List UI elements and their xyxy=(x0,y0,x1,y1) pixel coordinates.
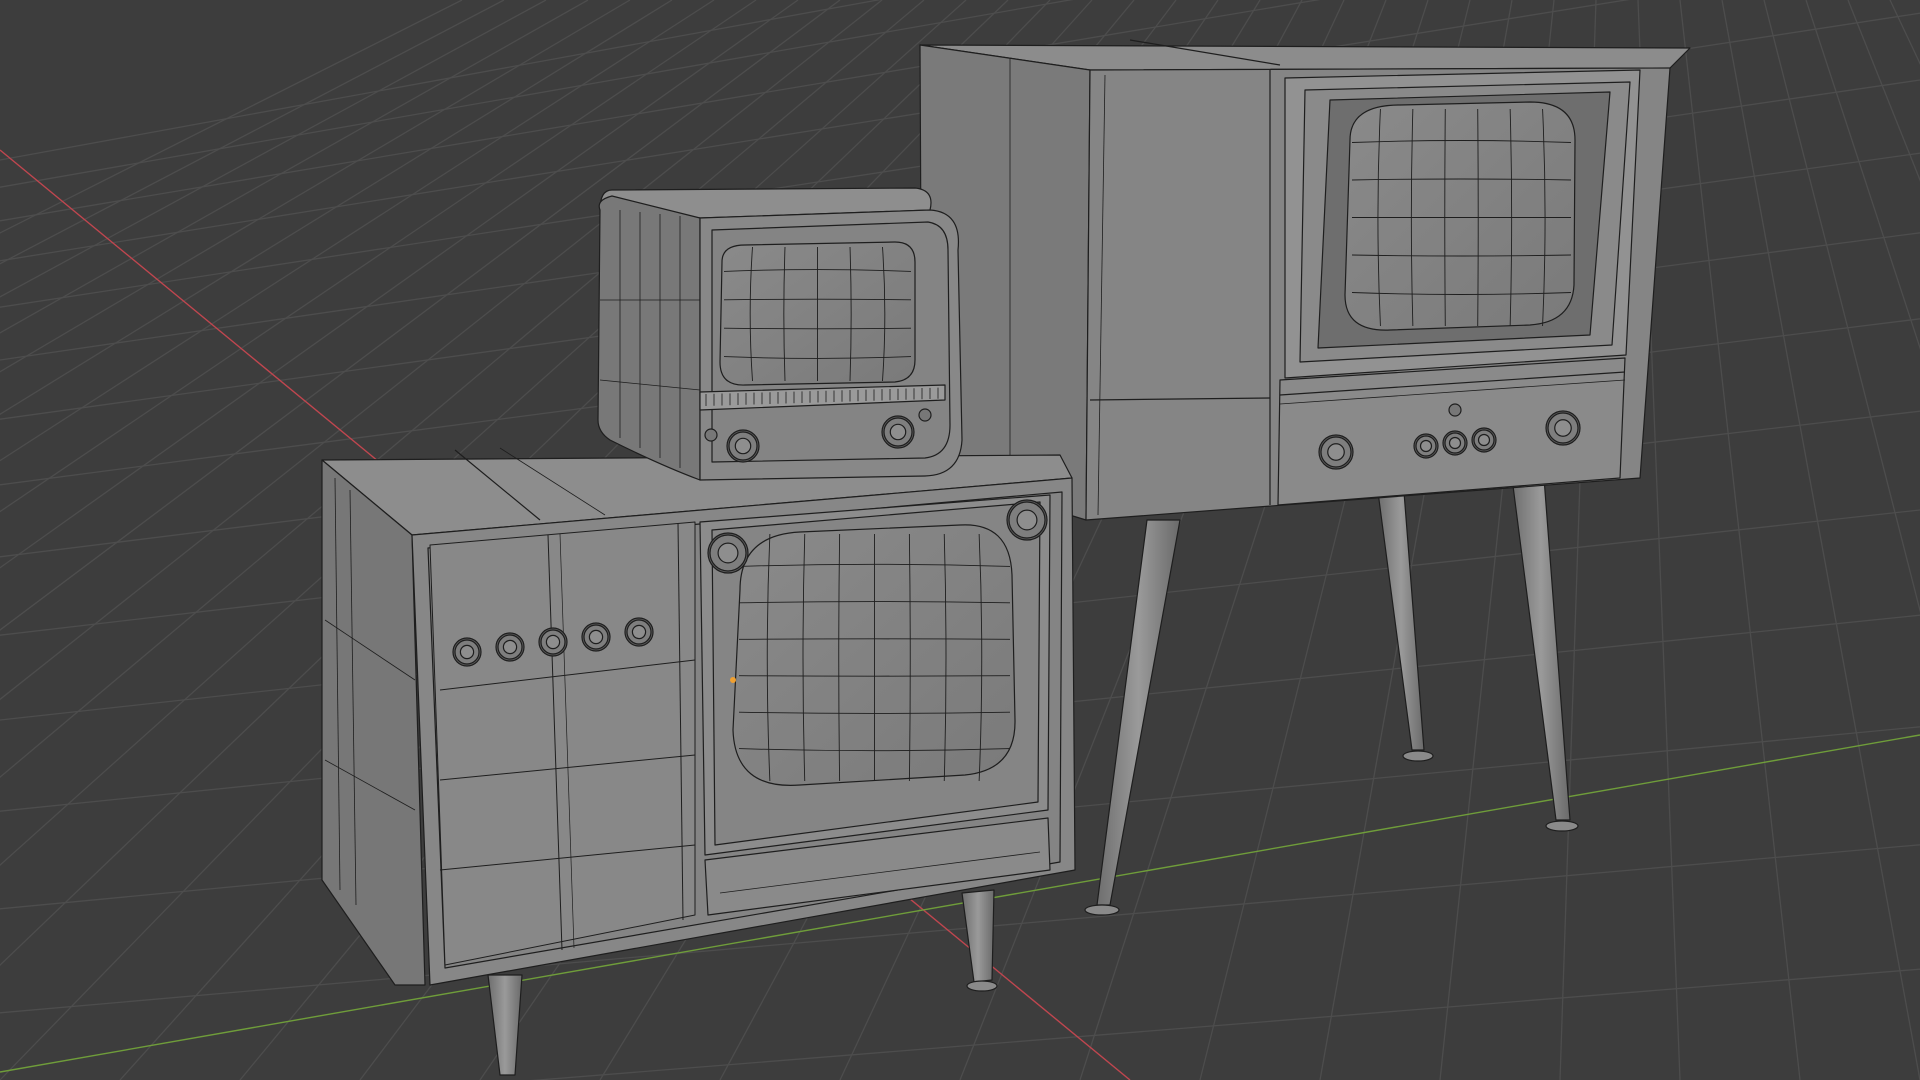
console-side xyxy=(321,459,426,986)
portable-side xyxy=(597,195,701,481)
viewport-canvas[interactable] xyxy=(0,0,1920,1080)
console-left-panel xyxy=(429,521,696,966)
cabinet-legs xyxy=(1084,477,1579,916)
selected-vertex[interactable] xyxy=(730,677,736,683)
3d-viewport[interactable] xyxy=(0,0,1920,1080)
tv-portable-small[interactable] xyxy=(597,187,963,481)
tv-console-large[interactable] xyxy=(321,447,1076,1076)
